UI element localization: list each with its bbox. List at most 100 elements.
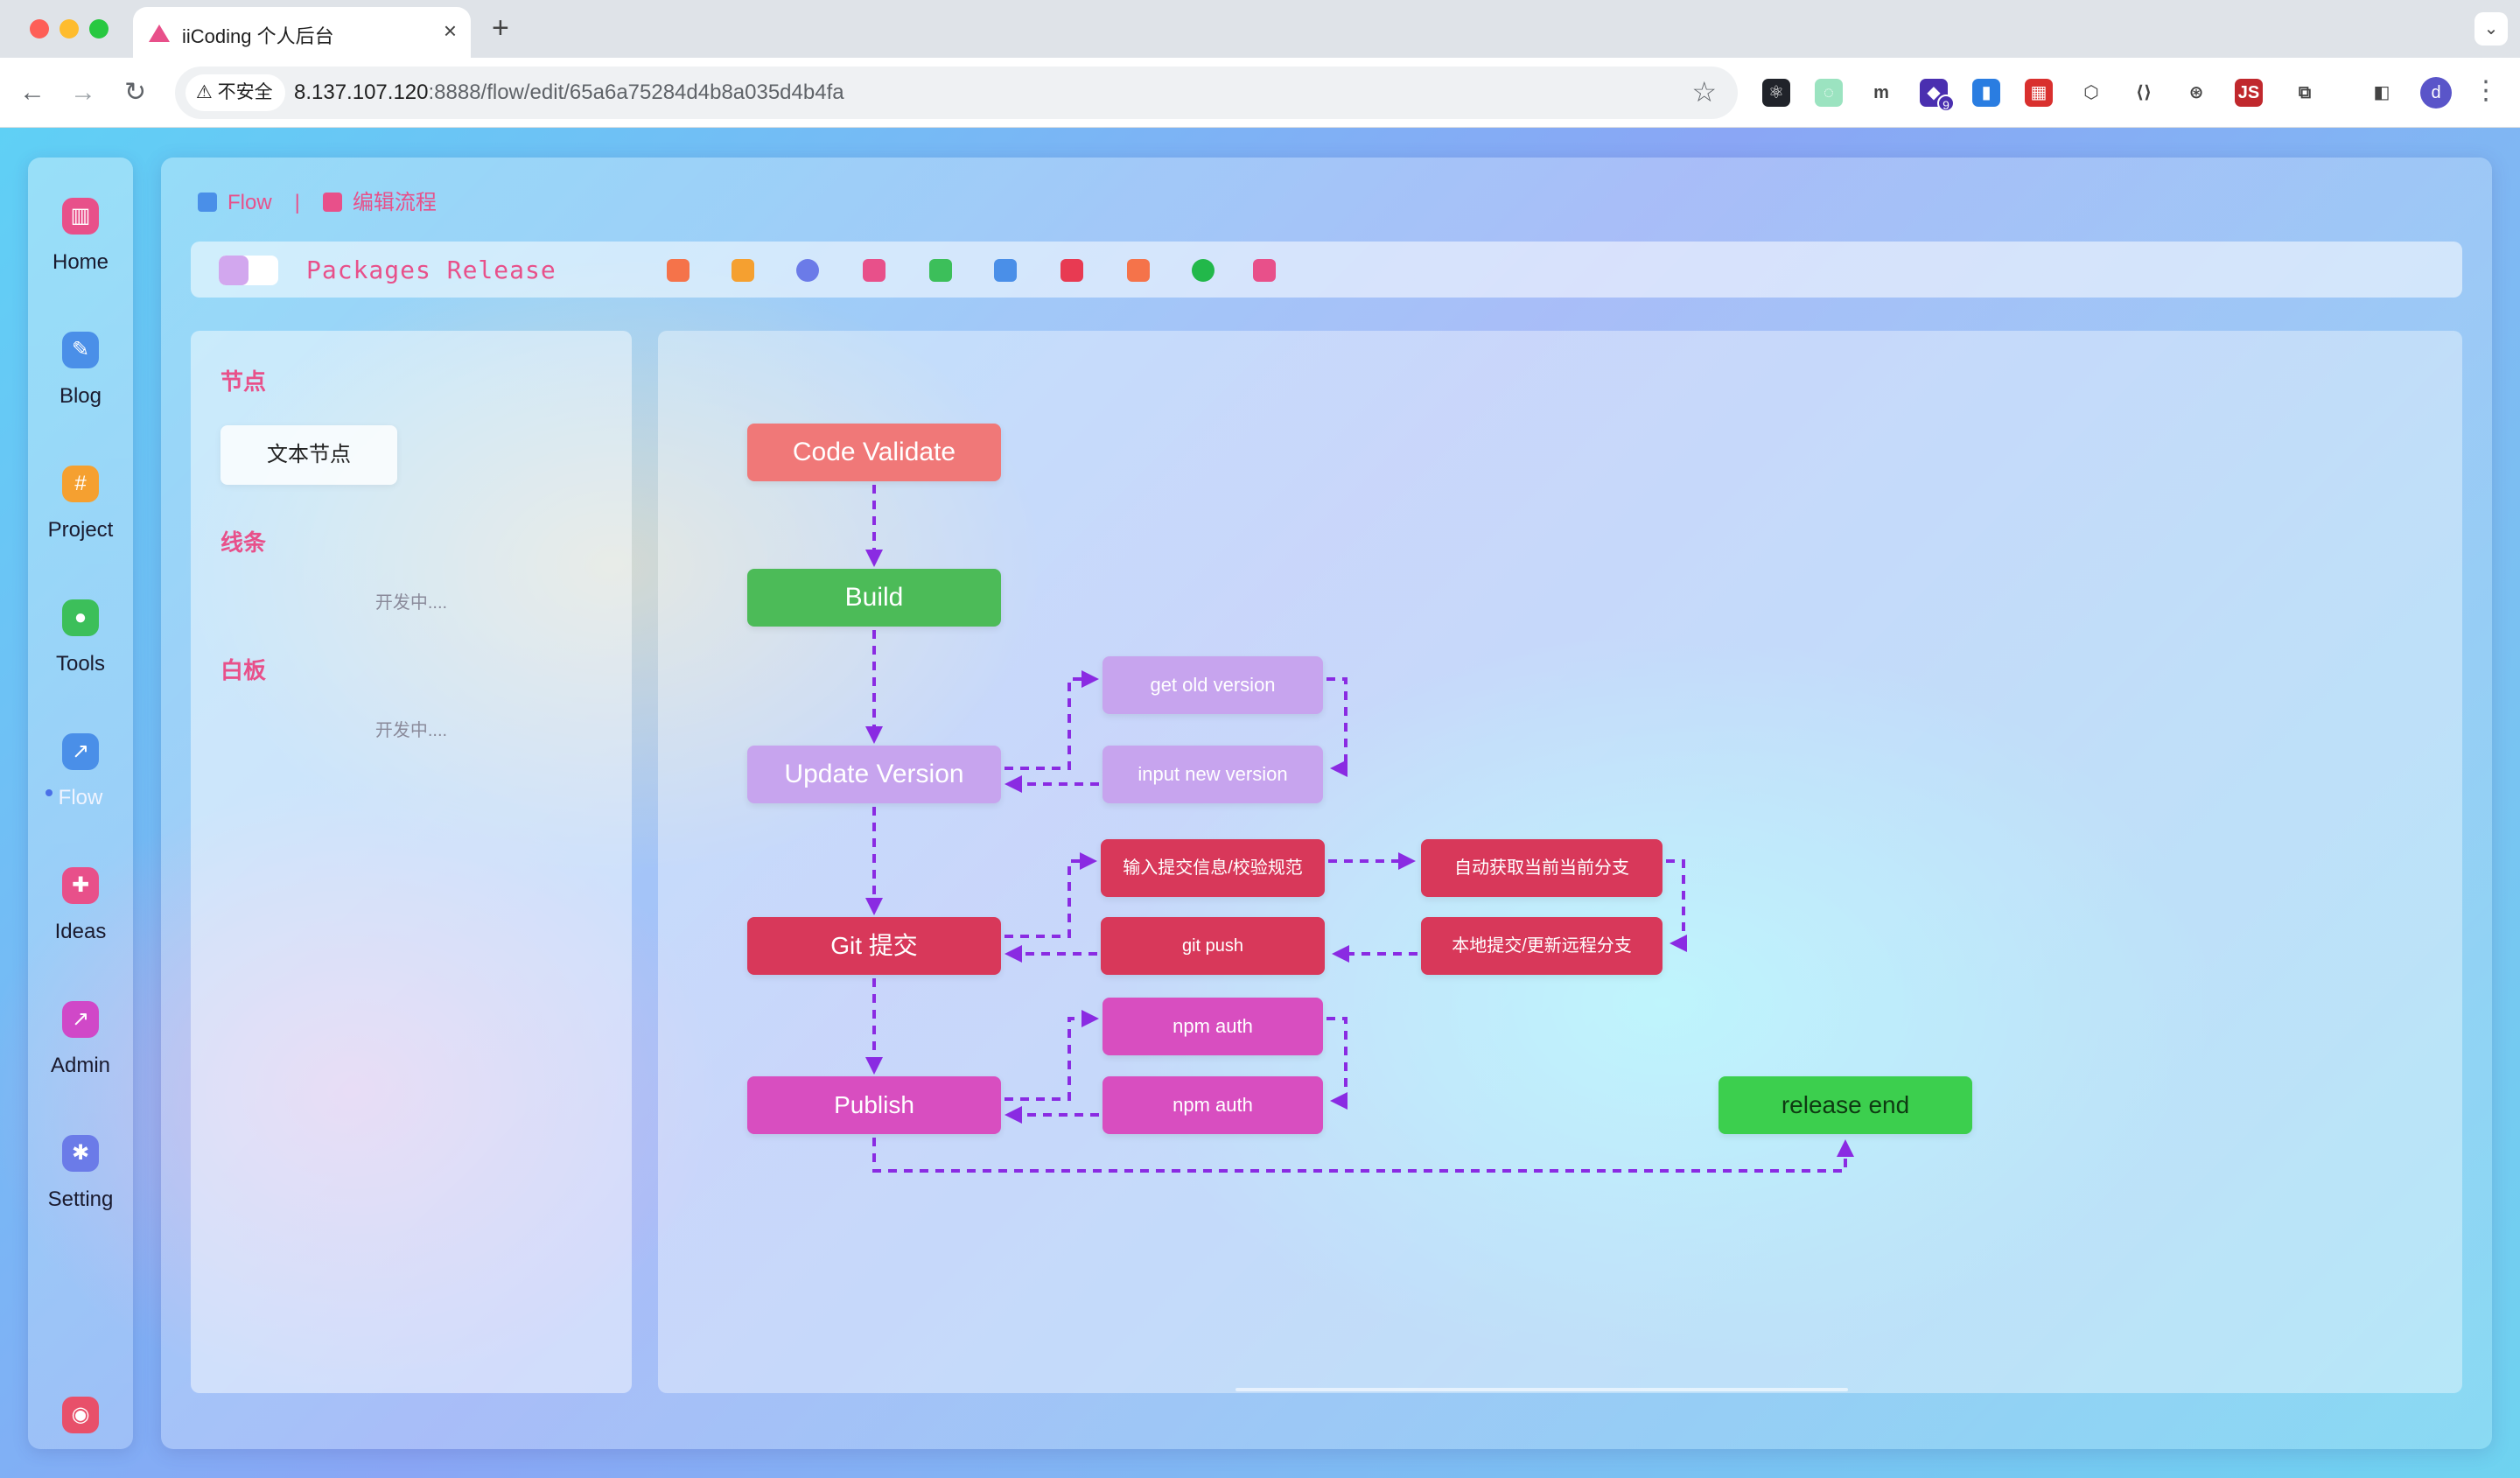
play-icon[interactable] bbox=[1192, 259, 1214, 282]
next-icon[interactable] bbox=[732, 259, 754, 282]
canvas-scrollbar[interactable] bbox=[1236, 1388, 1848, 1391]
sidebar-item-label: Admin bbox=[50, 1054, 111, 1077]
bookmark-star-icon[interactable]: ☆ bbox=[1691, 75, 1717, 109]
sidebar-item-admin[interactable]: ↗ Admin bbox=[28, 1001, 133, 1078]
sidebar-item-label: Home bbox=[52, 250, 109, 274]
board-status: 开发中.... bbox=[374, 721, 448, 740]
sidebar-item-project[interactable]: # Project bbox=[28, 466, 133, 543]
apple-icon: ● bbox=[62, 599, 99, 636]
address-bar[interactable]: ⚠ 不安全 8.137.107.120:8888/flow/edit/65a6a… bbox=[175, 67, 1738, 119]
edit-crumb-icon bbox=[322, 193, 342, 212]
edge-git-commitval[interactable] bbox=[1004, 852, 1097, 938]
flow-node-code-validate[interactable]: Code Validate bbox=[747, 424, 1001, 481]
edge-auto-local[interactable] bbox=[1666, 859, 1687, 952]
text-node-item[interactable]: 文本节点 bbox=[220, 425, 397, 485]
flow-node-auto-branch[interactable]: 自动获取当前当前分支 bbox=[1421, 839, 1662, 897]
edge-update-getold[interactable] bbox=[1004, 670, 1099, 770]
flow-node-git-commit[interactable]: Git 提交 bbox=[747, 917, 1001, 975]
sidebar-item-label: Setting bbox=[47, 1187, 114, 1211]
sync-icon[interactable] bbox=[796, 259, 819, 282]
sidebar-item-label: Flow bbox=[58, 786, 103, 809]
window-zoom-button[interactable] bbox=[89, 19, 108, 39]
window-minimize-button[interactable] bbox=[60, 19, 79, 39]
profile-avatar[interactable]: d bbox=[2420, 77, 2452, 109]
edge-publish-release[interactable] bbox=[872, 1138, 1854, 1173]
back-button[interactable]: ← bbox=[19, 75, 46, 110]
ext-lock-glyph: ▮ bbox=[1981, 83, 1992, 102]
ext-m-icon[interactable]: m bbox=[1867, 79, 1895, 107]
flow-node-input-new-version[interactable]: input new version bbox=[1102, 746, 1323, 803]
ext-m-glyph: m bbox=[1873, 83, 1889, 102]
sidepanel-glyph: ◧ bbox=[2373, 83, 2390, 102]
url-host: 8.137.107.120 bbox=[294, 81, 429, 104]
tab-search-button[interactable]: ⌄ bbox=[2474, 12, 2508, 46]
gamepad-icon: ✚ bbox=[62, 867, 99, 904]
flow-node-update-version[interactable]: Update Version bbox=[747, 746, 1001, 803]
react-devtools-icon[interactable]: ⚛ bbox=[1762, 79, 1790, 107]
browser-tab-active[interactable]: iiCoding 个人后台 × bbox=[133, 7, 471, 58]
ext-lock-icon[interactable]: ▮ bbox=[1972, 79, 2000, 107]
window-close-button[interactable] bbox=[30, 19, 49, 39]
chart-icon: ▥ bbox=[62, 198, 99, 235]
sidebar: ▥ Home ✎ Blog # Project ● Tools ↗ Flow ✚ Ideas ↗ Admi… bbox=[28, 158, 133, 1449]
image-icon[interactable] bbox=[1127, 259, 1150, 282]
panel-toggle[interactable] bbox=[219, 256, 278, 285]
ext-green-circle-icon[interactable]: ◌ bbox=[1815, 79, 1843, 107]
activity-icon[interactable] bbox=[1060, 259, 1083, 282]
insecure-badge[interactable]: ⚠ 不安全 bbox=[186, 74, 285, 111]
browser-tab-bar: iiCoding 个人后台 × + ⌄ bbox=[0, 0, 2520, 58]
site-favicon-icon bbox=[149, 25, 170, 42]
ext-cube-icon[interactable]: ⬡ bbox=[2077, 79, 2105, 107]
tab-close-icon[interactable]: × bbox=[444, 18, 457, 45]
browser-menu-icon[interactable]: ⋮ bbox=[2473, 75, 2499, 106]
ext-red-grid-icon[interactable]: ▦ bbox=[2025, 79, 2053, 107]
flow-node-npm-auth-2[interactable]: npm auth bbox=[1102, 1076, 1323, 1134]
hash-icon: # bbox=[62, 466, 99, 502]
lines-status: 开发中.... bbox=[374, 593, 448, 613]
breadcrumb-flow[interactable]: Flow bbox=[228, 191, 272, 214]
breadcrumb: Flow | 编辑流程 bbox=[198, 189, 437, 217]
flow-node-local-commit[interactable]: 本地提交/更新远程分支 bbox=[1421, 917, 1662, 975]
sidebar-item-home[interactable]: ▥ Home bbox=[28, 198, 133, 275]
flow-node-git-push[interactable]: git push bbox=[1101, 917, 1325, 975]
url-path: :8888/flow/edit/65a6a75284d4b8a035d4b4fa bbox=[428, 81, 844, 104]
ext-js-icon[interactable]: JS bbox=[2235, 79, 2263, 107]
ext-wheel-icon[interactable]: ⊛ bbox=[2182, 79, 2210, 107]
sidebar-item-label: Project bbox=[47, 518, 114, 542]
sidebar-item-flow[interactable]: ↗ Flow bbox=[28, 733, 133, 810]
flow-node-release-end[interactable]: release end bbox=[1718, 1076, 1972, 1134]
prev-icon[interactable] bbox=[667, 259, 690, 282]
new-tab-button[interactable]: + bbox=[492, 11, 509, 46]
users-icon: ◉ bbox=[62, 1397, 99, 1433]
ext-red-grid-glyph: ▦ bbox=[2030, 83, 2048, 102]
edge-getold-input[interactable] bbox=[1326, 677, 1348, 777]
flow-node-get-old-version[interactable]: get old version bbox=[1102, 656, 1323, 714]
sidebar-item-blog[interactable]: ✎ Blog bbox=[28, 332, 133, 409]
nodes-heading: 节点 bbox=[220, 368, 267, 395]
edge-publish-auth1[interactable] bbox=[1004, 1010, 1099, 1101]
sidebar-item-ideas[interactable]: ✚ Ideas bbox=[28, 867, 133, 944]
calendar-icon[interactable] bbox=[1253, 259, 1276, 282]
ext-code-icon[interactable]: ⟨⟩ bbox=[2130, 79, 2158, 107]
edge-auth1-auth2[interactable] bbox=[1326, 1017, 1348, 1110]
flow-node-build[interactable]: Build bbox=[747, 569, 1001, 627]
sidebar-user[interactable]: ◉ bbox=[28, 1397, 133, 1433]
flow-node-commit-validate[interactable]: 输入提交信息/校验规范 bbox=[1101, 839, 1325, 897]
sidepanel-icon[interactable]: ◧ bbox=[2368, 79, 2396, 107]
flow-node-npm-auth-1[interactable]: npm auth bbox=[1102, 998, 1323, 1055]
ext-badge-icon[interactable]: ◆ 9 bbox=[1920, 79, 1955, 112]
browser-toolbar: ← → ↻ ⚠ 不安全 8.137.107.120:8888/flow/edit… bbox=[0, 58, 2520, 128]
flow-canvas[interactable]: Code Validate Build get old version Update … bbox=[658, 331, 2462, 1393]
edit-icon: ✎ bbox=[62, 332, 99, 368]
flow-node-publish[interactable]: Publish bbox=[747, 1076, 1001, 1134]
document-icon[interactable] bbox=[994, 259, 1017, 282]
sidebar-item-setting[interactable]: ✱ Setting bbox=[28, 1135, 133, 1212]
url-text[interactable]: 8.137.107.120:8888/flow/edit/65a6a75284d… bbox=[294, 81, 844, 105]
slides-icon[interactable] bbox=[863, 259, 886, 282]
forward-button[interactable]: → bbox=[70, 75, 96, 110]
reload-button[interactable]: ↻ bbox=[124, 75, 146, 110]
sidebar-item-tools[interactable]: ● Tools bbox=[28, 599, 133, 676]
extensions-puzzle-icon[interactable]: ⧉ bbox=[2291, 79, 2319, 107]
ext-cube-glyph: ⬡ bbox=[2083, 83, 2099, 102]
check-icon[interactable] bbox=[929, 259, 952, 282]
